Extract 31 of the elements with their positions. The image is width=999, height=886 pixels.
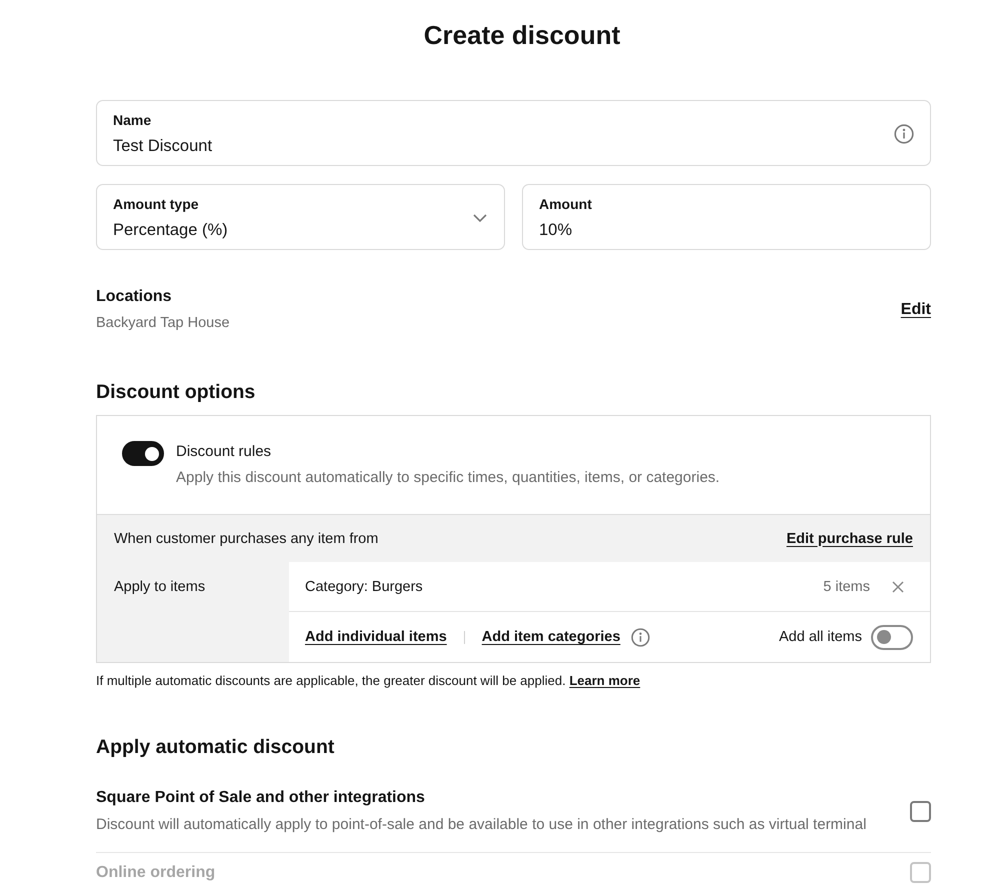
section-heading: Apply automatic discount — [96, 735, 336, 760]
info-icon[interactable] — [894, 124, 914, 144]
edit-link[interactable]: Edit — [900, 301, 931, 319]
option-title: Square Point of Sale and other integrations — [96, 788, 426, 808]
location-name: Backyard Tap House — [96, 314, 230, 333]
category-name: Category: Burgers — [305, 578, 424, 594]
learn-more-link[interactable]: Learn more — [569, 673, 640, 688]
chevron-down-icon — [473, 214, 487, 222]
close-icon[interactable] — [892, 580, 904, 592]
option-title: Online ordering — [96, 862, 216, 882]
amount-type-dropdown[interactable]: Amount type Percentage (%) — [96, 184, 505, 250]
info-icon[interactable] — [631, 628, 650, 646]
locations-label: Locations — [96, 287, 173, 307]
edit-purchase-rule-link[interactable]: Edit purchase rule — [786, 530, 913, 546]
add-individual-items-link[interactable]: Add individual items — [305, 629, 447, 645]
page-title: Create discount — [422, 19, 622, 51]
rules-title: Discount rules — [176, 442, 272, 462]
footnote-text: If multiple automatic discounts are applicable, the greater discount will be applied. Learn more — [96, 672, 642, 690]
option-description: Discount will automatically apply to point-of-sale and be available to use in other integrations such as virtual terminal — [96, 815, 868, 835]
toggle-switch[interactable] — [871, 624, 913, 650]
checkbox[interactable] — [910, 801, 931, 822]
add-item-categories-link[interactable]: Add item categories — [482, 629, 620, 645]
section-heading: Discount options — [96, 380, 256, 405]
purchase-rule-label: When customer purchases any item from — [114, 530, 378, 546]
rules-description: Apply this discount automatically to specific times, quantities, items, or categories. — [176, 468, 720, 488]
toggle-switch[interactable] — [122, 441, 164, 466]
item-count: 5 items — [823, 578, 870, 594]
amount-field[interactable]: Amount 10% — [522, 184, 931, 250]
name-field[interactable]: Name Test Discount — [96, 100, 931, 166]
add-all-items-label: Add all items — [778, 629, 862, 645]
apply-to-label: Apply to items — [113, 578, 206, 597]
